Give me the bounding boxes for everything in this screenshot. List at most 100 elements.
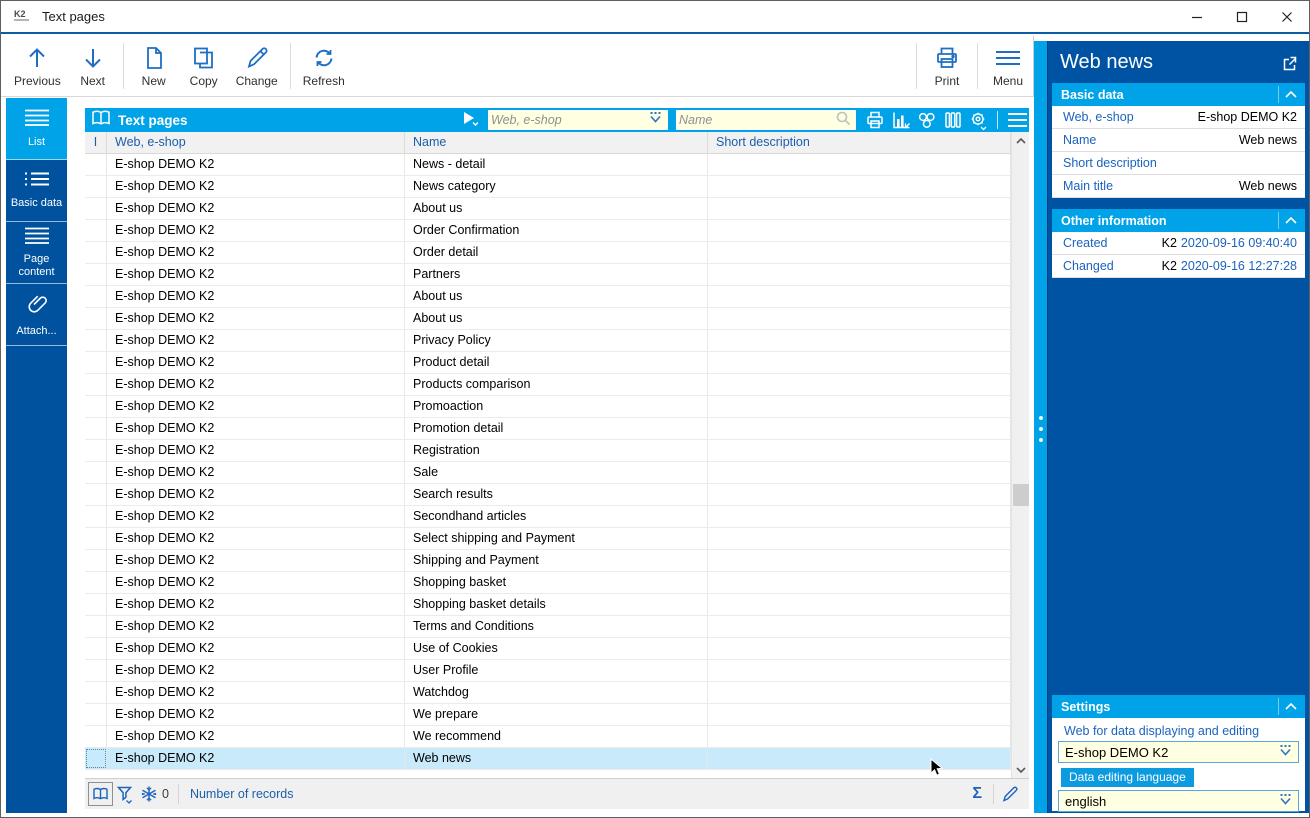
field-row[interactable]: Main title Web news [1052, 175, 1305, 198]
table-row[interactable]: E-shop DEMO K2 Use of Cookies [85, 638, 1011, 660]
previous-button[interactable]: Previous [7, 38, 68, 94]
web-display-combobox[interactable]: E-shop DEMO K2 [1058, 741, 1299, 763]
collapse-button[interactable] [1278, 698, 1302, 715]
close-button[interactable] [1264, 1, 1309, 32]
cell-desc [708, 616, 1011, 637]
panel-title: Web news [1060, 50, 1154, 73]
field-row[interactable]: Web, e-shop E-shop DEMO K2 [1052, 106, 1305, 129]
scrollbar-thumb[interactable] [1013, 484, 1029, 506]
cell-ind [85, 550, 107, 571]
table-row[interactable]: E-shop DEMO K2 About us [85, 308, 1011, 330]
processes-icon[interactable] [916, 110, 937, 131]
chart-icon[interactable] [890, 110, 911, 131]
maximize-button[interactable] [1219, 1, 1264, 32]
copy-button[interactable]: Copy [179, 38, 229, 94]
snowflake-icon[interactable] [137, 782, 161, 806]
language-label-chip: Data editing language [1061, 768, 1194, 787]
section-header: Settings [1052, 695, 1305, 718]
language-combobox[interactable]: english [1058, 790, 1299, 812]
book-view-button[interactable] [88, 782, 113, 806]
vertical-scrollbar[interactable] [1011, 132, 1029, 778]
printer-icon[interactable] [864, 110, 885, 131]
table-row[interactable]: E-shop DEMO K2 Promoaction [85, 396, 1011, 418]
table-row[interactable]: E-shop DEMO K2 News category [85, 176, 1011, 198]
cell-desc [708, 308, 1011, 329]
new-button[interactable]: New [129, 38, 179, 94]
column-header-indicator[interactable]: I [85, 132, 107, 153]
table-row[interactable]: E-shop DEMO K2 Secondhand articles [85, 506, 1011, 528]
table-row[interactable]: E-shop DEMO K2 Promotion detail [85, 418, 1011, 440]
print-button[interactable]: Print [922, 38, 972, 94]
table-row[interactable]: E-shop DEMO K2 Product detail [85, 352, 1011, 374]
table-row[interactable]: E-shop DEMO K2 Terms and Conditions [85, 616, 1011, 638]
dropdown-icon[interactable] [1278, 744, 1293, 760]
sidebar-item-attachments[interactable]: Attach... [6, 284, 67, 346]
gear-icon[interactable] [968, 110, 989, 131]
field-row[interactable]: Name Web news [1052, 129, 1305, 152]
table-row[interactable]: E-shop DEMO K2 Sale [85, 462, 1011, 484]
cell-name: News category [405, 176, 708, 197]
column-header-web[interactable]: Web, e-shop [107, 132, 405, 153]
scroll-up-button[interactable] [1012, 132, 1030, 149]
status-separator [177, 784, 179, 804]
cell-desc [708, 660, 1011, 681]
sigma-icon[interactable]: Σ [966, 785, 988, 803]
table-row[interactable]: E-shop DEMO K2 Web news [85, 748, 1011, 770]
field-row[interactable]: Short description [1052, 152, 1305, 175]
cell-ind [85, 264, 107, 285]
table-row[interactable]: E-shop DEMO K2 We recommend [85, 726, 1011, 748]
cell-name: Order detail [405, 242, 708, 263]
columns-icon[interactable] [942, 110, 963, 131]
table-row[interactable]: E-shop DEMO K2 Search results [85, 484, 1011, 506]
refresh-button[interactable]: Refresh [296, 38, 352, 94]
table-row[interactable]: E-shop DEMO K2 Partners [85, 264, 1011, 286]
table-row[interactable]: E-shop DEMO K2 Watchdog [85, 682, 1011, 704]
filter-web-input[interactable] [491, 113, 648, 127]
table-row[interactable]: E-shop DEMO K2 About us [85, 198, 1011, 220]
play-filter-icon[interactable] [462, 110, 479, 131]
column-header-name[interactable]: Name [405, 132, 708, 153]
change-button[interactable]: Change [229, 38, 285, 94]
sidebar-item-list[interactable]: List [6, 98, 67, 160]
panel-splitter[interactable] [1034, 41, 1047, 813]
field-row[interactable]: Created K2 2020-09-16 09:40:40 [1052, 232, 1305, 255]
filter-name[interactable] [676, 110, 856, 130]
cell-desc [708, 352, 1011, 373]
table-row[interactable]: E-shop DEMO K2 Select shipping and Paymen… [85, 528, 1011, 550]
sidebar-item-page-content[interactable]: Page content [6, 222, 67, 284]
open-in-window-icon[interactable] [1279, 53, 1299, 73]
dropdown-icon[interactable] [648, 111, 663, 129]
table-row[interactable]: E-shop DEMO K2 Products comparison [85, 374, 1011, 396]
edit-pencil-icon[interactable] [999, 782, 1023, 806]
menu-button[interactable]: Menu [983, 38, 1033, 94]
table-row[interactable]: E-shop DEMO K2 Shipping and Payment [85, 550, 1011, 572]
table-row[interactable]: E-shop DEMO K2 About us [85, 286, 1011, 308]
collapse-button[interactable] [1278, 86, 1302, 103]
filter-funnel-icon[interactable] [113, 782, 137, 806]
field-row[interactable]: Changed K2 2020-09-16 12:27:28 [1052, 255, 1305, 278]
collapse-button[interactable] [1278, 212, 1302, 229]
filter-web-eshop[interactable] [488, 110, 668, 130]
column-header-desc[interactable]: Short description [708, 132, 1011, 153]
detail-panel: Web news Basic data Web, e-shop E-shop D… [1047, 41, 1309, 813]
table-row[interactable]: E-shop DEMO K2 Order Confirmation [85, 220, 1011, 242]
table-row[interactable]: E-shop DEMO K2 Privacy Policy [85, 330, 1011, 352]
table-row[interactable]: E-shop DEMO K2 Shopping basket [85, 572, 1011, 594]
table-row[interactable]: E-shop DEMO K2 Registration [85, 440, 1011, 462]
table-row[interactable]: E-shop DEMO K2 Shopping basket details [85, 594, 1011, 616]
hamburger-icon[interactable] [1006, 110, 1027, 131]
maximize-icon [1236, 11, 1247, 22]
minimize-button[interactable] [1174, 1, 1219, 32]
next-button[interactable]: Next [68, 38, 118, 94]
cell-ind [85, 704, 107, 725]
table-row[interactable]: E-shop DEMO K2 We prepare [85, 704, 1011, 726]
table-row[interactable]: E-shop DEMO K2 User Profile [85, 660, 1011, 682]
scroll-down-button[interactable] [1012, 761, 1030, 778]
cell-web: E-shop DEMO K2 [107, 220, 405, 241]
header-separator [997, 111, 998, 129]
dropdown-icon[interactable] [1278, 793, 1293, 809]
table-row[interactable]: E-shop DEMO K2 Order detail [85, 242, 1011, 264]
table-row[interactable]: E-shop DEMO K2 News - detail [85, 154, 1011, 176]
sidebar-item-basic-data[interactable]: Basic data [6, 160, 67, 222]
filter-name-input[interactable] [679, 113, 835, 127]
